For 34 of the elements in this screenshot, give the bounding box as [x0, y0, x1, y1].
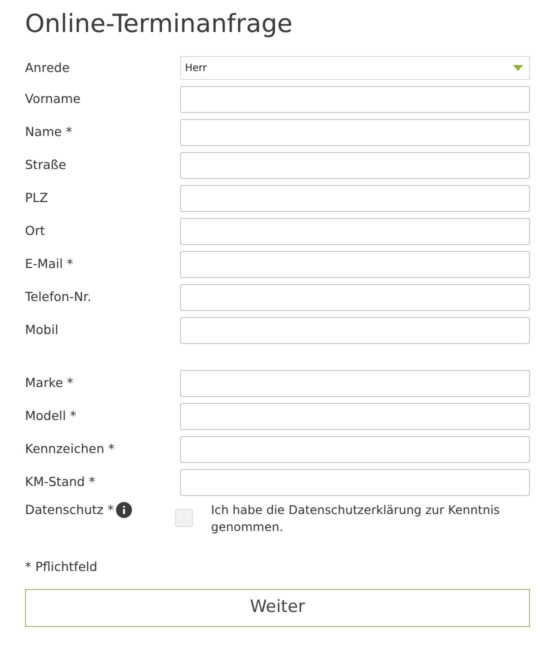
field-label: Straße — [25, 156, 68, 174]
field-label: E-Mail * — [25, 255, 74, 274]
field-label: Vorname — [25, 90, 82, 108]
text-field[interactable] — [180, 403, 530, 430]
caret-icon — [513, 65, 523, 71]
text-field[interactable] — [180, 251, 530, 278]
field-label: Anrede — [25, 58, 71, 77]
text-field[interactable] — [180, 284, 530, 311]
text-field[interactable] — [180, 436, 530, 463]
field-label: Name * — [25, 123, 74, 142]
text-field[interactable] — [180, 86, 530, 113]
text-field[interactable] — [180, 185, 530, 212]
text-field[interactable] — [180, 152, 530, 179]
text-field[interactable] — [180, 119, 530, 146]
text-field[interactable] — [180, 370, 530, 397]
field-label: Mobil — [25, 321, 60, 340]
field-label: Ort — [25, 222, 46, 240]
field-label: Marke * — [25, 374, 74, 392]
text-field[interactable] — [180, 469, 530, 496]
privacy-consent-text: Ich habe die Datenschutzerklärung zur Kenntnis genommen. — [211, 502, 501, 536]
privacy-checkbox[interactable] — [175, 509, 193, 527]
text-field[interactable] — [180, 218, 530, 245]
field-label: KM-Stand * — [25, 473, 96, 492]
text-field[interactable] — [180, 317, 530, 344]
field-label: Kennzeichen * — [25, 440, 116, 458]
field-label: Datenschutz * — [25, 502, 114, 518]
field-label: Telefon-Nr. — [25, 288, 92, 306]
page-title: Online-Terminanfrage — [25, 8, 294, 40]
next-button[interactable]: Weiter — [25, 588, 530, 627]
field-label: PLZ — [25, 189, 50, 208]
field-label: Modell * — [25, 407, 78, 426]
salutation-dropdown[interactable]: Herr — [180, 56, 530, 80]
required-note: * Pflichtfeld — [25, 558, 98, 576]
info-icon[interactable] — [116, 502, 132, 518]
